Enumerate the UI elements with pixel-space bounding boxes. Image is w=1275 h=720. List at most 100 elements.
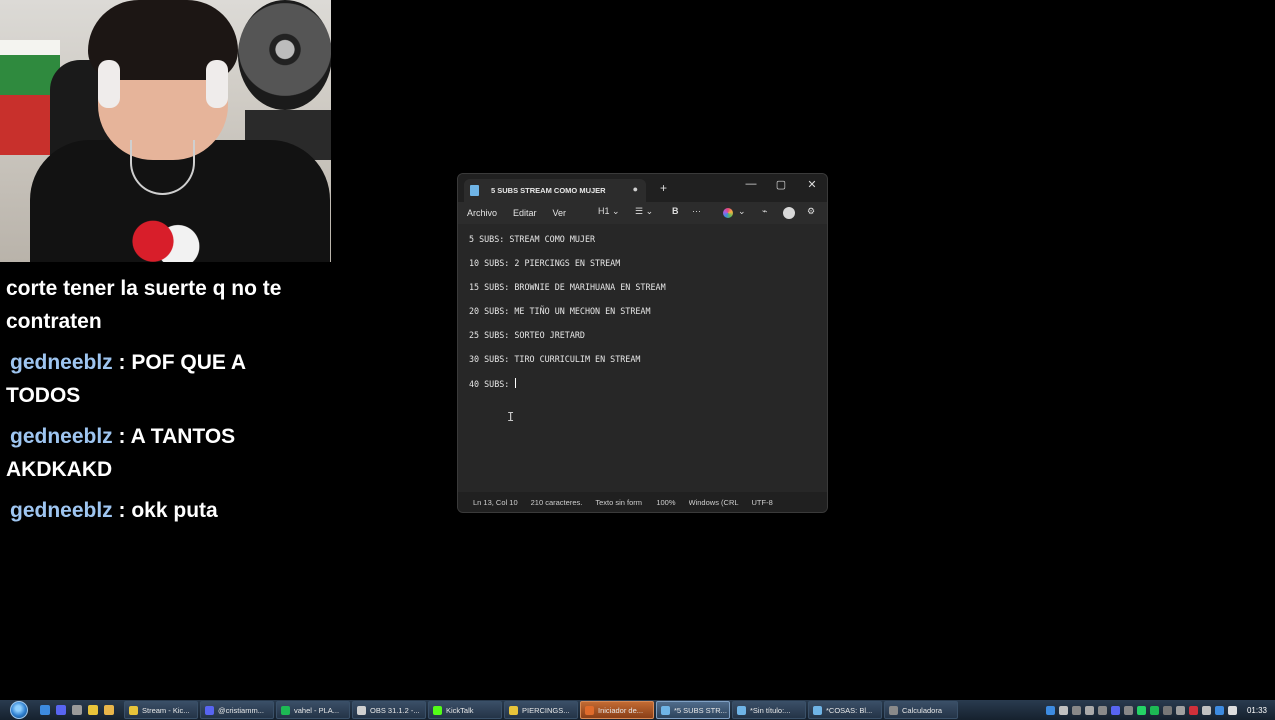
taskbar-button[interactable]: PIERCINGS...: [504, 701, 578, 719]
editor-line: 5 SUBS: STREAM COMO MUJER: [469, 234, 596, 244]
network-icon[interactable]: [1214, 705, 1224, 715]
settings-gear-icon[interactable]: ⚙: [807, 206, 815, 217]
heading-label: H1: [598, 206, 610, 216]
tray-icon[interactable]: [1162, 705, 1172, 715]
chat-message-text: corte tener la suerte q no te contraten: [6, 277, 282, 333]
notepad-window: 5 SUBS STREAM COMO MUJER ● + — ▢ ✕ Archi…: [457, 173, 828, 513]
taskbar-button[interactable]: Calculadora: [884, 701, 958, 719]
chat-message: gedneeblz : A TANTOS AKDKAKD: [6, 420, 306, 486]
clock[interactable]: 01:33: [1247, 706, 1267, 715]
chat-username: gedneeblz: [10, 351, 113, 374]
taskbar-app-icon: [433, 705, 442, 715]
chevron-down-icon: ⌄: [612, 206, 620, 216]
taskbar-app-icon: [509, 705, 518, 715]
taskbar-button-label: *Sin título:...: [750, 705, 791, 715]
account-avatar-icon[interactable]: [783, 207, 795, 219]
taskbar-button[interactable]: OBS 31.1.2 -...: [352, 701, 426, 719]
tray-icon[interactable]: [1110, 705, 1120, 715]
taskbar-button[interactable]: Iniciador de...: [580, 701, 654, 719]
start-button[interactable]: [6, 700, 32, 720]
chrome-icon[interactable]: [88, 705, 98, 715]
chat-username: gedneeblz: [10, 499, 113, 522]
editor-line-text: 40 SUBS:: [469, 379, 515, 389]
tray-icon[interactable]: [1201, 705, 1211, 715]
more-options-button[interactable]: ···: [692, 206, 701, 216]
text-editor[interactable]: 5 SUBS: STREAM COMO MUJER 10 SUBS: 2 PIE…: [458, 224, 827, 494]
headphone-right: [206, 60, 228, 108]
editor-line: 20 SUBS: ME TIÑO UN MECHON EN STREAM: [469, 306, 651, 316]
editor-line-current: 40 SUBS:: [469, 378, 827, 402]
webcam-feed: [0, 0, 331, 262]
chat-message: gedneeblz : POF QUE A TODOS: [6, 346, 306, 412]
tray-icon[interactable]: [1175, 705, 1185, 715]
whatsapp-icon[interactable]: [1136, 705, 1146, 715]
line-ending[interactable]: Windows (CRL: [689, 498, 739, 507]
volume-icon[interactable]: [1227, 705, 1237, 715]
title-bar[interactable]: 5 SUBS STREAM COMO MUJER ● + — ▢ ✕: [458, 174, 827, 202]
discord-icon[interactable]: [56, 705, 66, 715]
chat-message-partial: corte tener la suerte q no te contraten: [6, 272, 306, 338]
taskbar-button[interactable]: Stream - Kic...: [124, 701, 198, 719]
folder-icon[interactable]: [104, 705, 114, 715]
editor-line: 30 SUBS: TIRO CURRICULIM EN STREAM: [469, 354, 641, 364]
windows-logo-icon: [10, 701, 28, 719]
copilot-icon[interactable]: [723, 208, 733, 218]
tray-icon[interactable]: [1123, 705, 1133, 715]
new-tab-plus-icon[interactable]: +: [660, 182, 667, 194]
announcement-icon[interactable]: ⌁: [762, 206, 767, 217]
notepad-icon: [470, 185, 479, 196]
list-dropdown[interactable]: ☰ ⌄: [635, 206, 653, 217]
taskbar-button-label: *COSAS: Bl...: [826, 705, 873, 715]
taskbar-button[interactable]: *5 SUBS STR...: [656, 701, 730, 719]
taskbar-button[interactable]: *Sin título:...: [732, 701, 806, 719]
spotify-icon[interactable]: [1149, 705, 1159, 715]
taskbar-button-label: PIERCINGS...: [522, 705, 570, 715]
tray-icon[interactable]: [1071, 705, 1081, 715]
browser-icon[interactable]: [40, 705, 50, 715]
chevron-down-icon[interactable]: ⌄: [738, 206, 746, 217]
task-list: Stream - Kic... @cristiamm... vahel - PLA.…: [124, 701, 960, 719]
tray-icon[interactable]: [1084, 705, 1094, 715]
list-icon: ☰: [635, 206, 644, 216]
tray-icon[interactable]: [1045, 705, 1055, 715]
minimize-icon[interactable]: —: [743, 178, 759, 190]
close-icon[interactable]: ✕: [804, 178, 820, 191]
heading-dropdown[interactable]: H1 ⌄: [598, 206, 620, 217]
tray-icon[interactable]: [1058, 705, 1068, 715]
taskbar-app-icon: [585, 705, 594, 715]
character-count: 210 caracteres.: [530, 497, 583, 507]
menu-bar: Archivo Editar Ver H1 ⌄ ☰ ⌄ B ··· ⌄ ⌁ ⚙: [458, 202, 827, 224]
app-icon[interactable]: [72, 705, 82, 715]
taskbar-app-icon: [357, 705, 366, 715]
ibeam-cursor-icon: I: [507, 410, 515, 424]
menu-archivo[interactable]: Archivo: [467, 208, 497, 218]
tray-icon[interactable]: [1188, 705, 1198, 715]
encoding[interactable]: UTF-8: [752, 498, 773, 507]
bold-button[interactable]: B: [672, 206, 679, 216]
taskbar-button[interactable]: *COSAS: Bl...: [808, 701, 882, 719]
document-tab[interactable]: 5 SUBS STREAM COMO MUJER ●: [464, 179, 646, 202]
editor-line: 15 SUBS: BROWNIE DE MARIHUANA EN STREAM: [469, 282, 666, 292]
taskbar-button-label: *5 SUBS STR...: [674, 705, 727, 715]
unsaved-dot-icon[interactable]: ●: [633, 184, 638, 194]
zoom-level[interactable]: 100%: [656, 498, 675, 507]
tray-icon[interactable]: [1097, 705, 1107, 715]
text-format[interactable]: Texto sin form: [595, 498, 643, 507]
taskbar: Stream - Kic... @cristiamm... vahel - PLA.…: [0, 700, 1275, 720]
cursor-position: Ln 13, Col 10: [473, 497, 518, 507]
taskbar-button-label: Calculadora: [902, 705, 943, 715]
menu-editar[interactable]: Editar: [513, 208, 537, 218]
status-bar: Ln 13, Col 10 210 caracteres. Texto sin …: [458, 492, 827, 512]
taskbar-button-label: OBS 31.1.2 -...: [370, 705, 420, 715]
taskbar-app-icon: [205, 705, 214, 715]
taskbar-button-label: KickTalk: [446, 705, 474, 715]
taskbar-button[interactable]: @cristiamm...: [200, 701, 274, 719]
quick-launch: [40, 705, 120, 715]
maximize-icon[interactable]: ▢: [773, 178, 789, 191]
taskbar-button[interactable]: KickTalk: [428, 701, 502, 719]
taskbar-button[interactable]: vahel - PLA...: [276, 701, 350, 719]
desk-fan: [238, 0, 331, 110]
taskbar-button-label: Stream - Kic...: [142, 705, 190, 715]
taskbar-app-icon: [813, 705, 822, 715]
menu-ver[interactable]: Ver: [553, 208, 567, 218]
